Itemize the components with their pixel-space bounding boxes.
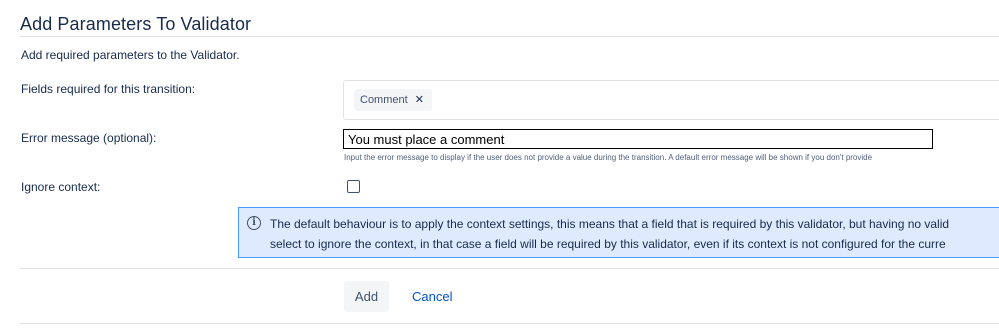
footer-divider <box>20 323 999 324</box>
error-message-label: Error message (optional): <box>21 131 157 145</box>
field-tag-comment: Comment ✕ <box>354 89 432 111</box>
actions-divider <box>20 268 999 269</box>
add-button[interactable]: Add <box>344 281 389 312</box>
info-message: i The default behaviour is to apply the … <box>238 207 999 258</box>
info-text-line1: The default behaviour is to apply the co… <box>270 217 950 231</box>
fields-multiselect[interactable]: Comment ✕ <box>343 80 999 120</box>
info-icon: i <box>247 216 261 230</box>
cancel-link[interactable]: Cancel <box>412 289 452 304</box>
error-message-input[interactable] <box>343 129 933 149</box>
ignore-context-label: Ignore context: <box>21 180 101 194</box>
page-title: Add Parameters To Validator <box>20 14 252 34</box>
field-tag-label: Comment <box>360 94 408 106</box>
close-icon[interactable]: ✕ <box>415 94 424 106</box>
page-description: Add required parameters to the Validator… <box>21 48 240 62</box>
title-divider <box>20 36 999 37</box>
fields-required-label: Fields required for this transition: <box>21 82 196 96</box>
ignore-context-checkbox[interactable] <box>347 180 360 193</box>
error-message-help: Input the error message to display if th… <box>344 153 873 162</box>
info-text-line2: select to ignore the context, in that ca… <box>270 237 946 251</box>
